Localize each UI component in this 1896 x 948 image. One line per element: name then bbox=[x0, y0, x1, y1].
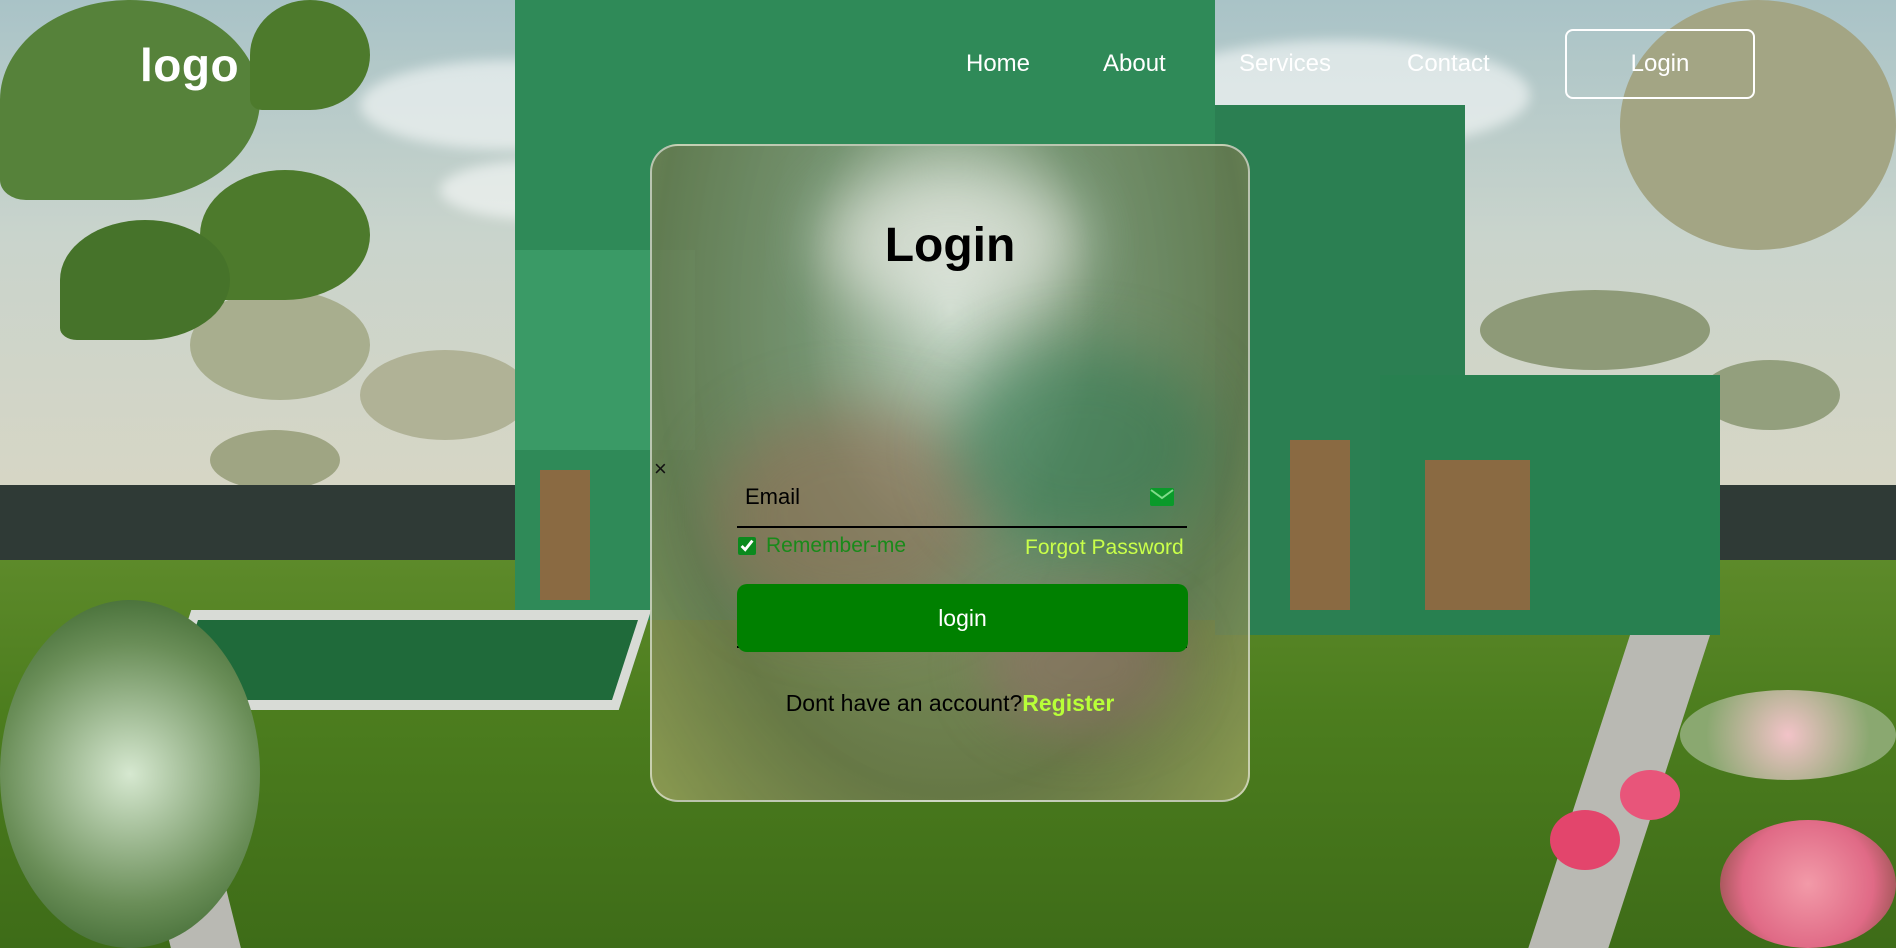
register-prompt: Dont have an account?Register bbox=[652, 690, 1248, 717]
login-card: Login Remember-me Forgot Password login … bbox=[650, 144, 1250, 802]
flower bbox=[1720, 820, 1896, 948]
background-tree bbox=[1700, 360, 1840, 430]
register-link[interactable]: Register bbox=[1022, 690, 1114, 716]
background-tree bbox=[1480, 290, 1710, 370]
window bbox=[1290, 440, 1350, 610]
flower-bed bbox=[0, 600, 260, 948]
remember-me-checkbox[interactable] bbox=[738, 537, 756, 555]
background-tree bbox=[360, 350, 530, 440]
foreground-leaves bbox=[250, 0, 370, 110]
foreground-leaves bbox=[60, 220, 230, 340]
nav-link-services[interactable]: Services bbox=[1239, 50, 1331, 78]
logo[interactable]: logo bbox=[140, 38, 239, 92]
nav-link-home[interactable]: Home bbox=[966, 50, 1030, 78]
flower bbox=[1620, 770, 1680, 820]
remember-me[interactable]: Remember-me bbox=[738, 534, 906, 558]
envelope-icon bbox=[1150, 488, 1174, 506]
login-title: Login bbox=[884, 219, 1016, 272]
nav-link-contact[interactable]: Contact bbox=[1407, 50, 1490, 78]
email-input[interactable] bbox=[737, 466, 1127, 528]
close-icon[interactable]: × bbox=[654, 456, 667, 482]
login-submit-button[interactable]: login bbox=[737, 584, 1188, 652]
flower-bed bbox=[1680, 690, 1896, 780]
header-login-button[interactable]: Login bbox=[1565, 29, 1755, 99]
foreground-leaves bbox=[0, 0, 260, 200]
window bbox=[540, 470, 590, 600]
register-prompt-text: Dont have an account? bbox=[785, 690, 1023, 716]
nav-link-about[interactable]: About bbox=[1103, 50, 1166, 78]
email-field bbox=[737, 466, 1187, 528]
forgot-password-link[interactable]: Forgot Password bbox=[1025, 536, 1184, 560]
background-tree bbox=[210, 430, 340, 490]
window bbox=[1425, 460, 1530, 610]
remember-me-label: Remember-me bbox=[766, 534, 907, 557]
flower bbox=[1550, 810, 1620, 870]
